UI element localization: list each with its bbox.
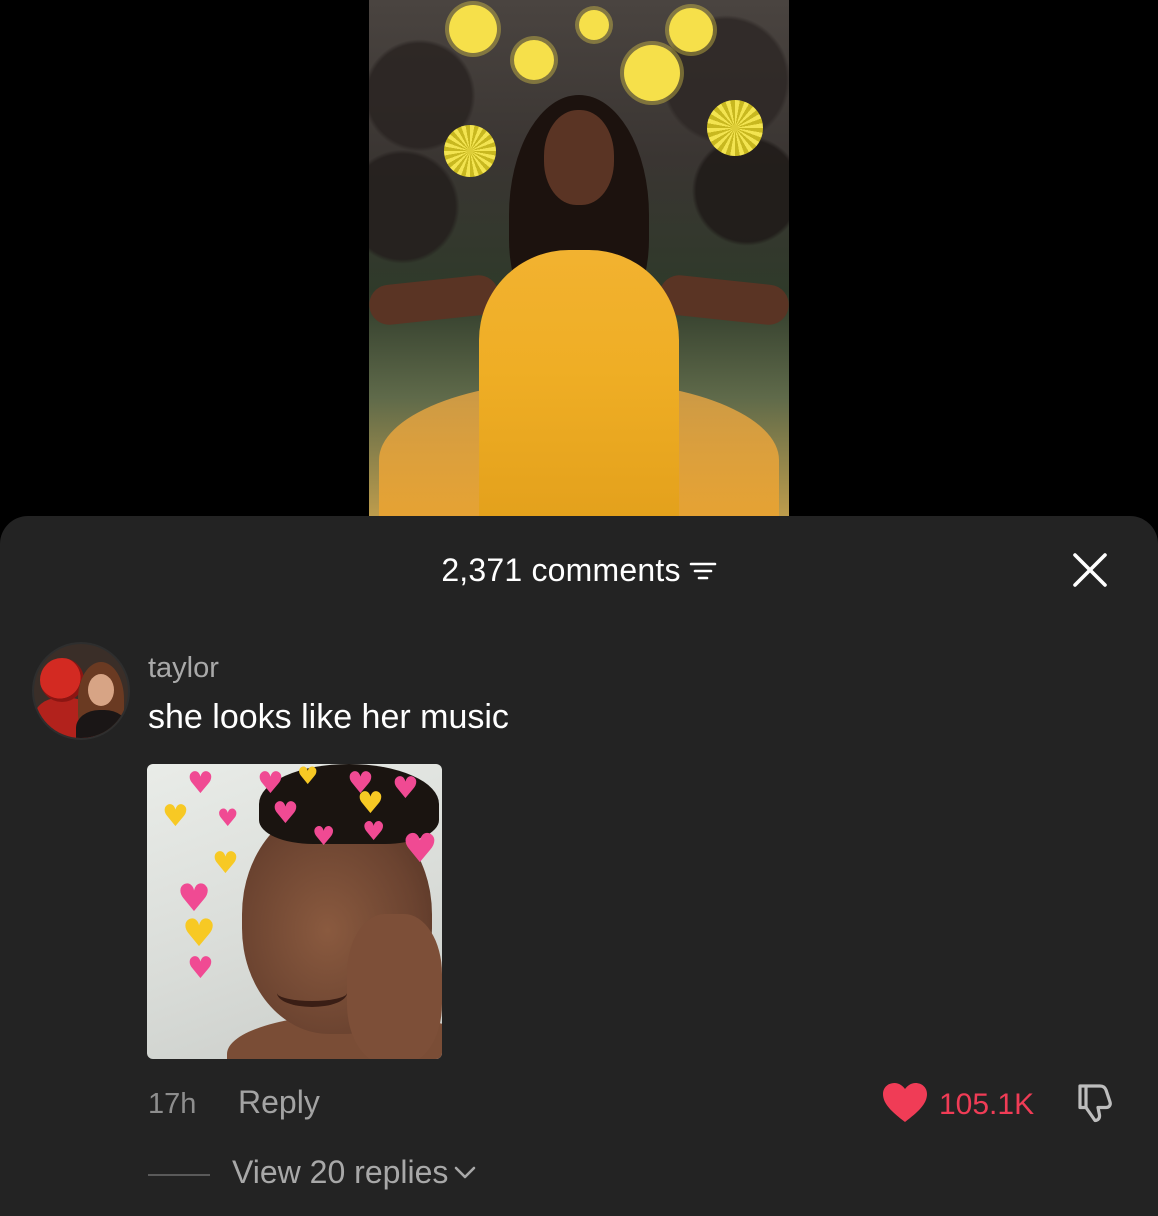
heart-icon — [883, 1083, 927, 1122]
heart-sticker-icon: ♥ — [357, 786, 384, 821]
photo-flower — [669, 8, 713, 52]
view-replies-label: View 20 replies — [232, 1154, 449, 1190]
view-replies-row: View 20 replies — [0, 1148, 1158, 1198]
avatar[interactable] — [32, 642, 130, 740]
heart-sticker-icon: ♥ — [402, 826, 438, 872]
heart-sticker-icon: ♥ — [162, 799, 189, 834]
heart-sticker-icon: ♥ — [182, 911, 217, 955]
photo-head — [544, 110, 614, 205]
reply-button[interactable]: Reply — [238, 1084, 320, 1121]
photo-flower — [514, 40, 554, 80]
chevron-down-icon — [455, 1166, 476, 1178]
photo-pom-flower — [444, 125, 496, 177]
heart-sticker-icon: ♥ — [217, 804, 239, 832]
comments-header: 2,371 comments — [0, 516, 1158, 626]
comment-count-title[interactable]: 2,371 comments — [0, 552, 1158, 589]
comment-username[interactable]: taylor — [148, 652, 219, 685]
filter-icon[interactable] — [689, 559, 717, 583]
heart-sticker-icon: ♥ — [297, 764, 319, 790]
photo-gown — [479, 250, 679, 530]
replies-divider — [148, 1174, 210, 1176]
avatar-figure — [88, 674, 114, 706]
comment-text: she looks like her music — [148, 698, 509, 736]
close-icon[interactable] — [1072, 552, 1108, 588]
post-photo — [369, 0, 789, 530]
comment-actions-row: 17h Reply 105.1K — [0, 1080, 1158, 1130]
heart-sticker-icon: ♥ — [312, 822, 336, 852]
photo-pom-flower — [707, 100, 763, 156]
comment-attached-image[interactable]: ♥ ♥ ♥ ♥ ♥ ♥ ♥ ♥ ♥ ♥ ♥ ♥ ♥ ♥ ♥ ♥ — [147, 764, 442, 1059]
video-area[interactable] — [0, 0, 1158, 530]
heart-sticker-icon: ♥ — [212, 846, 239, 881]
view-replies-button[interactable]: View 20 replies — [232, 1154, 476, 1191]
heart-sticker-icon: ♥ — [392, 771, 419, 806]
heart-sticker-icon: ♥ — [187, 951, 214, 986]
dislike-icon[interactable] — [1072, 1080, 1118, 1126]
heart-sticker-icon: ♥ — [187, 766, 214, 801]
heart-sticker-icon: ♥ — [362, 817, 386, 847]
photo-flower — [449, 5, 497, 53]
meme-smile — [277, 979, 347, 1007]
comments-sheet: 2,371 comments taylor she looks like her… — [0, 516, 1158, 1216]
heart-sticker-icon: ♥ — [257, 766, 284, 801]
comment-count-label: 2,371 comments — [441, 552, 681, 588]
heart-sticker-icon: ♥ — [272, 796, 299, 831]
comment-timestamp: 17h — [148, 1088, 197, 1120]
avatar-figure — [76, 710, 128, 738]
photo-flower — [579, 10, 609, 40]
like-count: 105.1K — [939, 1088, 1035, 1121]
meme-hand — [347, 914, 442, 1059]
photo-flower — [624, 45, 680, 101]
